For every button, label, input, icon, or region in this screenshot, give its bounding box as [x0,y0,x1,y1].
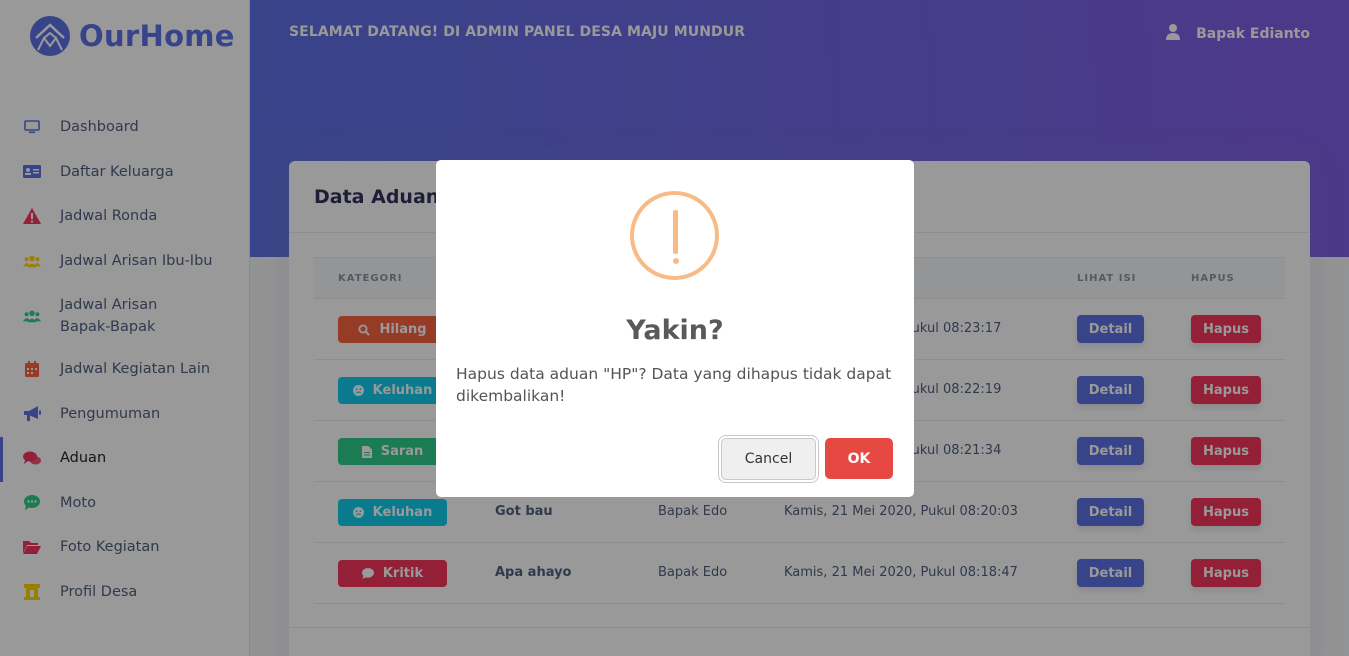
confirm-dialog: Yakin? Hapus data aduan "HP"? Data yang … [436,160,914,497]
warning-icon [630,191,719,280]
cancel-button[interactable]: Cancel [721,438,816,480]
warning-icon-bar [673,210,678,254]
ok-button[interactable]: OK [825,438,893,479]
dialog-title: Yakin? [626,315,724,346]
warning-icon-dot [672,258,679,264]
dialog-text: Hapus data aduan "HP"? Data yang dihapus… [456,365,892,405]
